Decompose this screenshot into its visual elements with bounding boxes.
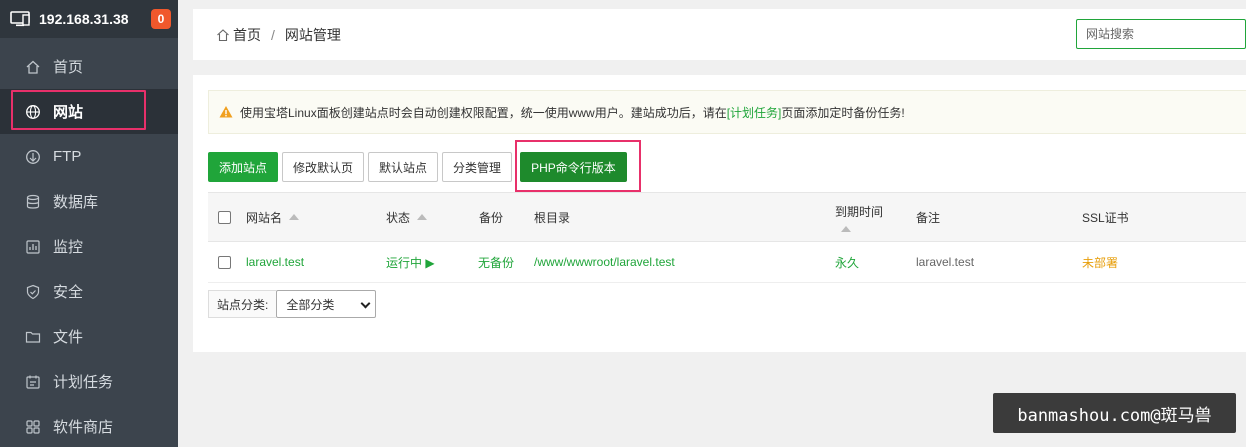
sidebar-item-label: 监控 <box>53 239 84 256</box>
table-header: 网站名 状态 备份 根目录 到期时间 备注 SSL证书 <box>208 192 1246 242</box>
home-icon <box>25 59 41 75</box>
notice-banner: 使用宝塔Linux面板创建站点时会自动创建权限配置，统一使用www用户。建站成功… <box>208 90 1246 134</box>
site-backup-link[interactable]: 无备份 <box>478 242 514 282</box>
site-management-panel: 使用宝塔Linux面板创建站点时会自动创建权限配置，统一使用www用户。建站成功… <box>193 75 1246 352</box>
table-row: laravel.test 运行中 ▶ 无备份 /www/wwwroot/lara… <box>208 242 1246 283</box>
site-table: 网站名 状态 备份 根目录 到期时间 备注 SSL证书 laravel.test… <box>208 192 1246 283</box>
site-category-filter: 站点分类: 全部分类 <box>208 290 377 318</box>
sidebar-item-label: 数据库 <box>53 194 99 211</box>
server-header: 192.168.31.38 0 <box>0 0 178 38</box>
sidebar-item-label: 网站 <box>53 104 84 121</box>
site-ssl-link[interactable]: 未部署 <box>1082 242 1118 282</box>
notice-text-before: 使用宝塔Linux面板创建站点时会自动创建权限配置，统一使用www用户。建站成功… <box>240 105 727 120</box>
column-header-ssl: SSL证书 <box>1082 210 1129 225</box>
column-header-backup: 备份 <box>479 210 504 225</box>
sidebar-item-label: 软件商店 <box>53 419 114 436</box>
notice-text-after: 页面添加定时备份任务! <box>781 105 905 120</box>
breadcrumb-home-icon <box>216 28 230 42</box>
site-status-toggle[interactable]: 运行中 ▶ <box>386 242 435 282</box>
apps-icon <box>25 419 41 435</box>
column-header-name[interactable]: 网站名 <box>246 193 300 241</box>
calendar-icon <box>25 374 41 390</box>
sort-icon[interactable] <box>417 214 428 220</box>
shield-icon <box>25 284 41 300</box>
sidebar-item-ftp[interactable]: FTP <box>0 134 178 179</box>
site-search-input[interactable] <box>1076 19 1246 49</box>
server-ip: 192.168.31.38 <box>39 11 129 27</box>
chevron-down-icon <box>360 298 371 309</box>
default-site-button[interactable]: 默认站点 <box>368 152 439 182</box>
warning-icon <box>219 105 233 119</box>
column-header-root: 根目录 <box>534 210 571 225</box>
sidebar-item-label: 安全 <box>53 284 84 301</box>
select-all-checkbox[interactable] <box>218 210 231 224</box>
edit-default-page-button[interactable]: 修改默认页 <box>282 152 365 182</box>
column-header-expire[interactable]: 到期时间 <box>835 193 883 241</box>
add-site-button[interactable]: 添加站点 <box>208 152 279 182</box>
monitor-icon <box>25 239 41 255</box>
sidebar: 192.168.31.38 0 首页 网站 FTP 数据库 监控 安全 文件 计… <box>0 0 178 447</box>
category-manage-button[interactable]: 分类管理 <box>442 152 513 182</box>
sidebar-item-label: 文件 <box>53 329 84 346</box>
sidebar-item-files[interactable]: 文件 <box>0 314 178 359</box>
globe-icon <box>25 104 41 120</box>
site-root-link[interactable]: /www/wwwroot/laravel.test <box>534 242 675 282</box>
site-remark[interactable]: laravel.test <box>916 242 974 282</box>
sidebar-item-website[interactable]: 网站 <box>0 89 178 134</box>
site-expire-link[interactable]: 永久 <box>835 242 859 282</box>
sort-icon[interactable] <box>841 225 851 232</box>
server-monitor-icon <box>9 11 31 27</box>
category-select[interactable]: 全部分类 <box>276 290 377 318</box>
category-selected-value: 全部分类 <box>286 297 335 312</box>
category-label: 站点分类: <box>208 290 277 318</box>
column-header-status[interactable]: 状态 <box>386 193 428 241</box>
breadcrumb-home[interactable]: 首页 <box>233 25 261 45</box>
breadcrumb: 首页 / 网站管理 <box>216 25 341 45</box>
sidebar-item-label: FTP <box>53 148 82 165</box>
watermark: banmashou.com@斑马兽 <box>993 393 1236 433</box>
cron-task-link[interactable]: [计划任务] <box>727 104 782 121</box>
sidebar-item-home[interactable]: 首页 <box>0 44 178 89</box>
top-bar: 首页 / 网站管理 <box>193 9 1246 60</box>
ftp-icon <box>25 149 41 165</box>
sidebar-item-monitor[interactable]: 监控 <box>0 224 178 269</box>
breadcrumb-current: 网站管理 <box>284 26 341 43</box>
row-checkbox[interactable] <box>218 255 231 269</box>
sidebar-item-store[interactable]: 软件商店 <box>0 404 178 447</box>
breadcrumb-separator: / <box>271 26 275 43</box>
sidebar-item-label: 首页 <box>53 59 84 76</box>
column-header-remark: 备注 <box>916 210 941 225</box>
php-cli-version-button[interactable]: PHP命令行版本 <box>515 140 641 192</box>
folder-icon <box>25 329 41 345</box>
sidebar-item-security[interactable]: 安全 <box>0 269 178 314</box>
sort-icon[interactable] <box>289 214 300 220</box>
notification-badge[interactable]: 0 <box>151 9 171 29</box>
site-name-link[interactable]: laravel.test <box>246 242 304 282</box>
toolbar: 添加站点 修改默认页 默认站点 分类管理 PHP命令行版本 <box>208 140 641 192</box>
database-icon <box>25 194 41 210</box>
sidebar-item-label: 计划任务 <box>53 374 114 391</box>
sidebar-item-cron[interactable]: 计划任务 <box>0 359 178 404</box>
sidebar-item-database[interactable]: 数据库 <box>0 179 178 224</box>
